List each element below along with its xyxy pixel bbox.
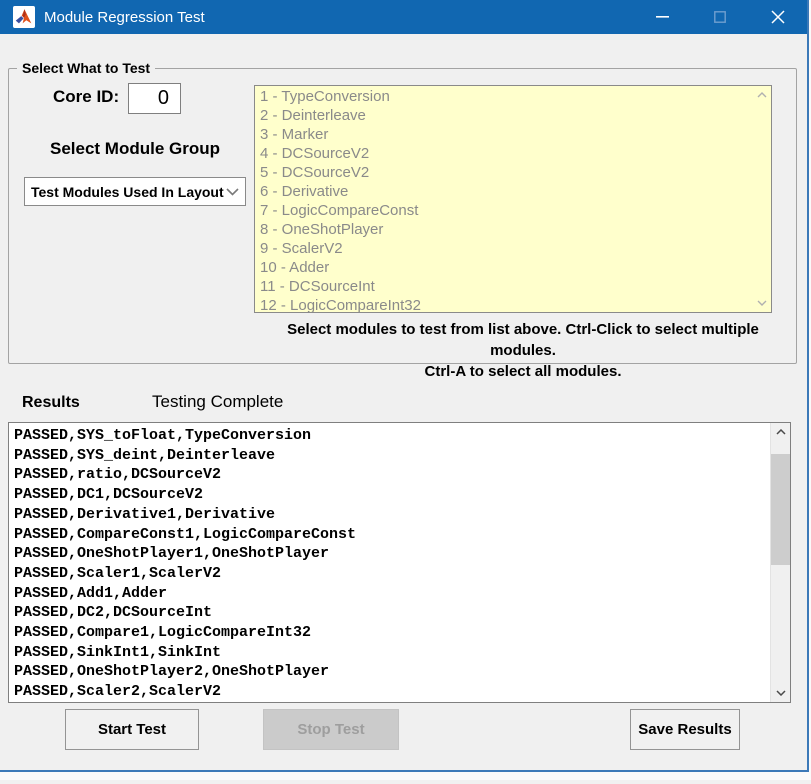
module-list-item[interactable]: 9 - ScalerV2: [260, 239, 753, 258]
result-line: PASSED,SYS_deint,Deinterleave: [14, 446, 769, 466]
chevron-down-icon: [226, 188, 239, 196]
module-list-scrollbar[interactable]: [754, 87, 770, 311]
result-line: PASSED,CompareConst1,LogicCompareConst: [14, 525, 769, 545]
matlab-icon: [13, 6, 35, 28]
scroll-down-icon[interactable]: [754, 297, 770, 309]
close-icon: [771, 10, 785, 24]
module-list-item[interactable]: 7 - LogicCompareConst: [260, 201, 753, 220]
module-list-item[interactable]: 5 - DCSourceV2: [260, 163, 753, 182]
help-line-2: Ctrl-A to select all modules.: [254, 361, 792, 382]
results-listbox[interactable]: PASSED,SYS_toFloat,TypeConversionPASSED,…: [8, 422, 791, 703]
results-scrollbar[interactable]: [770, 423, 790, 702]
core-id-label: Core ID:: [53, 87, 119, 107]
module-select-help: Select modules to test from list above. …: [254, 319, 792, 382]
result-line: PASSED,Add1,Adder: [14, 584, 769, 604]
result-line: PASSED,ratio,DCSourceV2: [14, 465, 769, 485]
result-line: PASSED,DC2,DCSourceInt: [14, 603, 769, 623]
result-line: PASSED,Compare1,LogicCompareInt32: [14, 623, 769, 643]
result-line: PASSED,Scaler1,ScalerV2: [14, 564, 769, 584]
minimize-icon: [656, 16, 669, 18]
module-group-label: Select Module Group: [24, 139, 246, 159]
maximize-icon: [714, 11, 726, 23]
minimize-button[interactable]: [633, 0, 691, 34]
result-line: PASSED,SinkInt1,SinkInt: [14, 643, 769, 663]
result-line: PASSED,SYS_toFloat,TypeConversion: [14, 426, 769, 446]
help-line-1: Select modules to test from list above. …: [254, 319, 792, 361]
result-line: PASSED,OneShotPlayer1,OneShotPlayer: [14, 544, 769, 564]
result-line: PASSED,DC1,DCSourceV2: [14, 485, 769, 505]
window-title: Module Regression Test: [44, 9, 633, 26]
panel-title: Select What to Test: [17, 60, 155, 76]
module-list-item[interactable]: 1 - TypeConversion: [260, 87, 753, 106]
module-list-item[interactable]: 10 - Adder: [260, 258, 753, 277]
module-group-dropdown[interactable]: Test Modules Used In Layout: [24, 177, 246, 206]
stop-test-button: Stop Test: [263, 709, 399, 750]
module-list-item[interactable]: 2 - Deinterleave: [260, 106, 753, 125]
core-id-input[interactable]: 0: [128, 83, 181, 114]
desktop-area: [0, 780, 811, 784]
maximize-button: [691, 0, 749, 34]
module-listbox[interactable]: 1 - TypeConversion2 - Deinterleave3 - Ma…: [254, 85, 772, 313]
save-results-button[interactable]: Save Results: [630, 709, 740, 750]
testing-status: Testing Complete: [152, 392, 283, 412]
module-list-item[interactable]: 6 - Derivative: [260, 182, 753, 201]
module-list-item[interactable]: 8 - OneShotPlayer: [260, 220, 753, 239]
results-label: Results: [22, 394, 80, 412]
result-line: PASSED,OneShotPlayer2,OneShotPlayer: [14, 662, 769, 682]
scroll-up-icon[interactable]: [754, 89, 770, 101]
module-list-item[interactable]: 4 - DCSourceV2: [260, 144, 753, 163]
window-controls: [633, 0, 807, 34]
close-button[interactable]: [749, 0, 807, 34]
titlebar: Module Regression Test: [0, 0, 807, 34]
result-line: PASSED,Scaler2,ScalerV2: [14, 682, 769, 702]
results-lines: PASSED,SYS_toFloat,TypeConversionPASSED,…: [9, 426, 769, 702]
select-what-to-test-panel: Select What to Test Core ID: 0 Select Mo…: [8, 68, 797, 364]
module-list-items: 1 - TypeConversion2 - Deinterleave3 - Ma…: [255, 87, 753, 312]
module-list-item[interactable]: 11 - DCSourceInt: [260, 277, 753, 296]
module-list-item[interactable]: 12 - LogicCompareInt32: [260, 296, 753, 313]
scrollbar-thumb[interactable]: [771, 454, 791, 565]
scroll-down-icon[interactable]: [771, 684, 791, 702]
module-list-item[interactable]: 3 - Marker: [260, 125, 753, 144]
start-test-button[interactable]: Start Test: [65, 709, 199, 750]
module-group-dropdown-value: Test Modules Used In Layout: [31, 184, 226, 200]
result-line: PASSED,Derivative1,Derivative: [14, 505, 769, 525]
app-window: Module Regression Test Select What to Te…: [0, 0, 809, 772]
scroll-up-icon[interactable]: [771, 423, 791, 441]
